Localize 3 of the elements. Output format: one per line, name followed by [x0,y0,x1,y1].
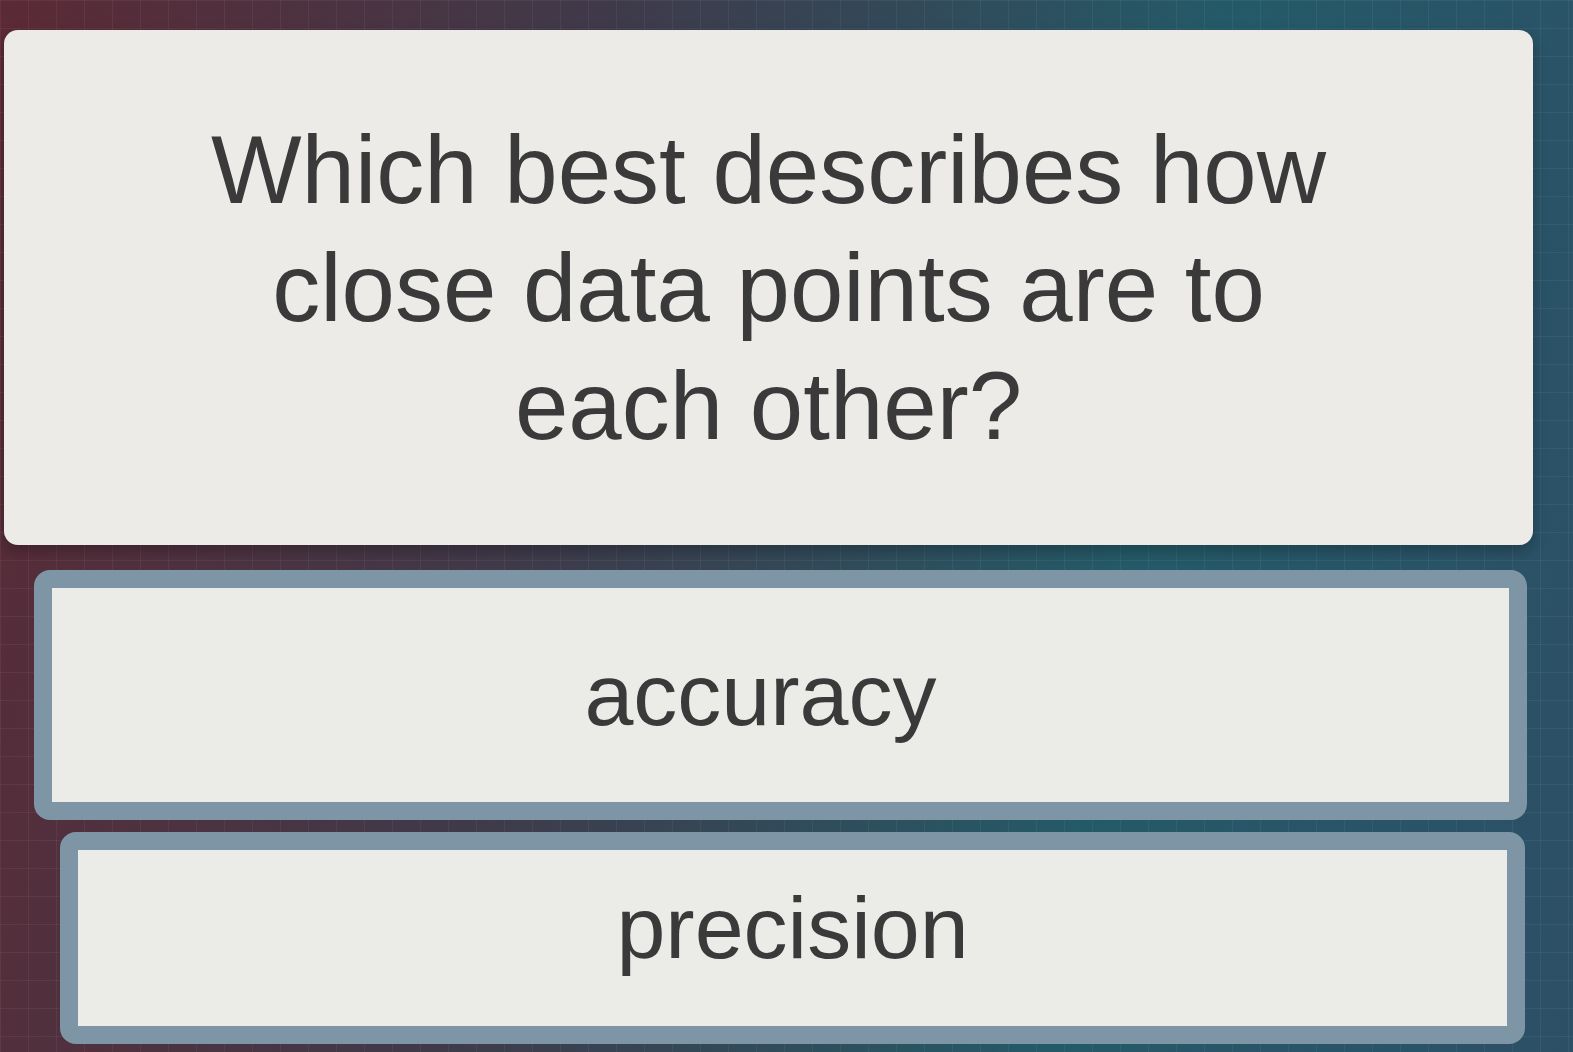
question-text: Which best describes how close data points are to each other? [209,114,1328,461]
answer-button[interactable]: precision [60,832,1525,1044]
answer-button[interactable]: accuracy [34,570,1527,820]
